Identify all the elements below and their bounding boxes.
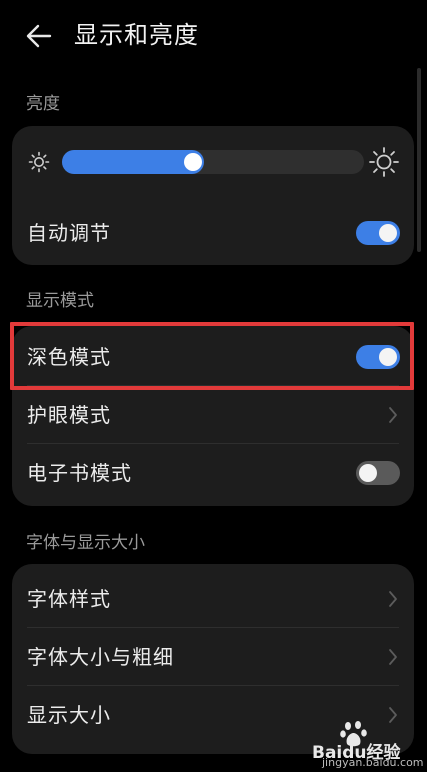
ebook-mode-toggle[interactable]: [356, 461, 400, 485]
auto-adjust-row[interactable]: 自动调节: [12, 204, 414, 262]
font-size-weight-label: 字体大小与粗细: [27, 645, 174, 669]
brightness-high-icon: [368, 146, 400, 178]
brightness-slider-thumb[interactable]: [184, 153, 202, 171]
watermark-url: jingyan.baidu.com: [322, 756, 424, 769]
font-size-weight-row[interactable]: 字体大小与粗细: [12, 628, 414, 686]
brightness-low-icon: [27, 150, 51, 174]
eye-comfort-row[interactable]: 护眼模式: [12, 386, 414, 444]
brightness-slider-fill: [62, 150, 204, 174]
font-style-row[interactable]: 字体样式: [12, 570, 414, 628]
toggle-knob: [379, 348, 397, 366]
section-label-font-size: 字体与显示大小: [26, 533, 145, 553]
chevron-right-icon: [388, 590, 398, 608]
brightness-card: 自动调节: [12, 126, 414, 265]
eye-comfort-label: 护眼模式: [27, 403, 111, 427]
ebook-mode-row[interactable]: 电子书模式: [12, 444, 414, 502]
toggle-knob: [379, 224, 397, 242]
section-label-display-mode: 显示模式: [26, 291, 94, 311]
scrollbar[interactable]: [417, 68, 421, 252]
back-arrow-icon[interactable]: [24, 22, 54, 50]
auto-adjust-label: 自动调节: [27, 221, 111, 245]
top-bar: 显示和亮度: [0, 0, 427, 72]
toggle-knob: [359, 464, 377, 482]
dark-mode-row[interactable]: 深色模式: [12, 328, 414, 386]
dark-mode-label: 深色模式: [27, 345, 111, 369]
page-title: 显示和亮度: [74, 21, 199, 49]
brightness-slider[interactable]: [62, 150, 364, 174]
ebook-mode-label: 电子书模式: [27, 461, 132, 485]
display-size-label: 显示大小: [27, 703, 111, 727]
display-mode-card: 深色模式 护眼模式 电子书模式: [12, 326, 414, 506]
font-style-label: 字体样式: [27, 587, 111, 611]
watermark: Baidu经验 jingyan.baidu.com: [312, 720, 427, 772]
brightness-slider-row: [12, 144, 414, 194]
dark-mode-toggle[interactable]: [356, 345, 400, 369]
auto-adjust-toggle[interactable]: [356, 221, 400, 245]
chevron-right-icon: [388, 406, 398, 424]
chevron-right-icon: [388, 648, 398, 666]
section-label-brightness: 亮度: [26, 94, 60, 114]
